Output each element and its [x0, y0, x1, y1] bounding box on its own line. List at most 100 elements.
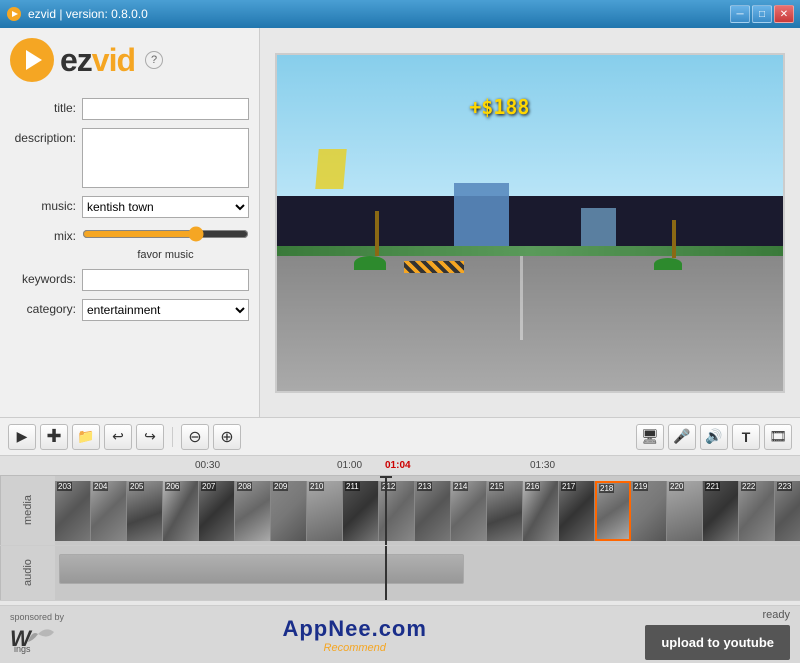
- main-window: ezvid ? title: description: music: kenti…: [0, 28, 800, 663]
- billboard: [316, 149, 347, 189]
- thumb-num-223: 223: [777, 482, 792, 491]
- thumbnail-204[interactable]: 204: [91, 481, 127, 541]
- thumb-num-215: 215: [489, 482, 504, 491]
- music-row: music: kentish town none track 2: [10, 196, 249, 218]
- bottom-right: ready upload to youtube: [645, 609, 790, 660]
- category-select[interactable]: entertainment gaming education music: [82, 299, 249, 321]
- keywords-input[interactable]: [82, 269, 249, 291]
- thumbnail-211[interactable]: 211: [343, 481, 379, 541]
- thumbnail-221[interactable]: 221: [703, 481, 739, 541]
- mix-slider[interactable]: [82, 226, 249, 242]
- music-label: music:: [10, 196, 82, 213]
- thumbnail-220[interactable]: 220: [667, 481, 703, 541]
- thumbnail-205[interactable]: 205: [127, 481, 163, 541]
- right-panel: +$188: [260, 28, 800, 417]
- audio-track-content[interactable]: [55, 546, 800, 600]
- redo-button[interactable]: ↪: [136, 424, 164, 450]
- thumbnail-209[interactable]: 209: [271, 481, 307, 541]
- keywords-label: keywords:: [10, 269, 82, 286]
- minimize-button[interactable]: ─: [730, 5, 750, 23]
- thumbnail-strip: 203 204205206 207 208209 210 211212 213 214 215 2…: [55, 476, 800, 545]
- thumbnail-208[interactable]: 208: [235, 481, 271, 541]
- tracks-area: media 2032042052062072082092102112122132…: [0, 476, 800, 605]
- time-mark-104: 01:04: [385, 460, 411, 471]
- bottom-bar: sponsored by W ings AppNee.com Recommend…: [0, 605, 800, 663]
- audio-clip: [59, 554, 464, 584]
- thumbnail-219[interactable]: 219: [631, 481, 667, 541]
- thumb-num-219: 219: [633, 482, 648, 491]
- speaker-button[interactable]: 🔊: [700, 424, 728, 450]
- appnee-name: AppNee.com: [282, 616, 426, 642]
- window-title: ezvid | version: 0.8.0.0: [28, 7, 148, 21]
- text-button[interactable]: T: [732, 424, 760, 450]
- zoom-out-button[interactable]: ⊖: [181, 424, 209, 450]
- play-button[interactable]: ▶: [8, 424, 36, 450]
- logo-ez: ez: [60, 42, 92, 78]
- thumbnail-222[interactable]: 222: [739, 481, 775, 541]
- thumb-num-203: 203: [57, 482, 72, 491]
- left-panel: ezvid ? title: description: music: kenti…: [0, 28, 260, 417]
- undo-button[interactable]: ↩: [104, 424, 132, 450]
- thumbnail-203[interactable]: 203: [55, 481, 91, 541]
- thumbnail-213[interactable]: 213: [415, 481, 451, 541]
- zoom-in-button[interactable]: ⊕: [213, 424, 241, 450]
- mic-button[interactable]: 🎤: [668, 424, 696, 450]
- sponsor-text: sponsored by: [10, 612, 64, 622]
- thumb-num-214: 214: [453, 482, 468, 491]
- title-bar: ezvid | version: 0.8.0.0 ─ □ ✕: [0, 0, 800, 28]
- toolbar-separator-1: [172, 427, 173, 447]
- status-text: ready: [762, 609, 790, 621]
- timeline-section: ▶ ✚ 📁 ↩ ↪ ⊖ ⊕ 🖥 🎤 🔊 T 🎞 00:30 01:00 01:0…: [0, 418, 800, 605]
- film-button[interactable]: 🎞: [764, 424, 792, 450]
- close-button[interactable]: ✕: [774, 5, 794, 23]
- thumbnail-223[interactable]: 223: [775, 481, 800, 541]
- time-mark-030: 00:30: [195, 460, 220, 471]
- description-input[interactable]: [82, 128, 249, 188]
- monitor-button[interactable]: 🖥: [636, 424, 664, 450]
- mix-caption: favor music: [82, 249, 249, 261]
- thumbnail-206[interactable]: 206: [163, 481, 199, 541]
- add-clip-button[interactable]: ✚: [40, 424, 68, 450]
- sponsor-area: sponsored by W ings: [10, 612, 64, 657]
- video-preview: +$188: [275, 53, 785, 393]
- media-track-content[interactable]: 203 204205206 207 208209 210 211212 213 214 215 2…: [55, 476, 800, 545]
- title-input[interactable]: [82, 98, 249, 120]
- thumbnail-207[interactable]: 207: [199, 481, 235, 541]
- audio-track-row: audio: [0, 546, 800, 601]
- palm-left: [368, 211, 386, 270]
- mix-label: mix:: [10, 229, 82, 243]
- time-ruler: 00:30 01:00 01:04 01:30: [0, 456, 800, 476]
- logo-vid: vid: [92, 42, 135, 78]
- music-select[interactable]: kentish town none track 2: [82, 196, 249, 218]
- thumb-num-213: 213: [417, 482, 432, 491]
- help-icon[interactable]: ?: [145, 51, 163, 69]
- thumb-num-209: 209: [273, 482, 288, 491]
- toolbar: ▶ ✚ 📁 ↩ ↪ ⊖ ⊕ 🖥 🎤 🔊 T 🎞: [0, 418, 800, 456]
- thumb-num-207: 207: [201, 482, 216, 491]
- thumb-num-212: 212: [381, 482, 396, 491]
- thumb-num-218: 218: [599, 484, 614, 493]
- thumbnail-214[interactable]: 214: [451, 481, 487, 541]
- keywords-row: keywords:: [10, 269, 249, 291]
- logo-text: ezvid: [60, 42, 135, 79]
- logo-play-icon: [10, 38, 54, 82]
- thumbnail-218[interactable]: 218: [595, 481, 631, 541]
- playhead[interactable]: [385, 476, 387, 545]
- thumb-num-206: 206: [165, 482, 180, 491]
- thumb-num-221: 221: [705, 482, 720, 491]
- category-row: category: entertainment gaming education…: [10, 299, 249, 321]
- thumb-num-222: 222: [741, 482, 756, 491]
- thumbnail-217[interactable]: 217: [559, 481, 595, 541]
- upload-button[interactable]: upload to youtube: [645, 625, 790, 660]
- road: [277, 256, 783, 390]
- maximize-button[interactable]: □: [752, 5, 772, 23]
- thumb-num-210: 210: [309, 482, 324, 491]
- thumbnail-216[interactable]: 216: [523, 481, 559, 541]
- title-row: title:: [10, 98, 249, 120]
- logo-area: ezvid ?: [10, 38, 249, 82]
- category-label: category:: [10, 299, 82, 316]
- open-folder-button[interactable]: 📁: [72, 424, 100, 450]
- thumbnail-210[interactable]: 210: [307, 481, 343, 541]
- thumbnail-215[interactable]: 215: [487, 481, 523, 541]
- time-mark-130: 01:30: [530, 460, 555, 471]
